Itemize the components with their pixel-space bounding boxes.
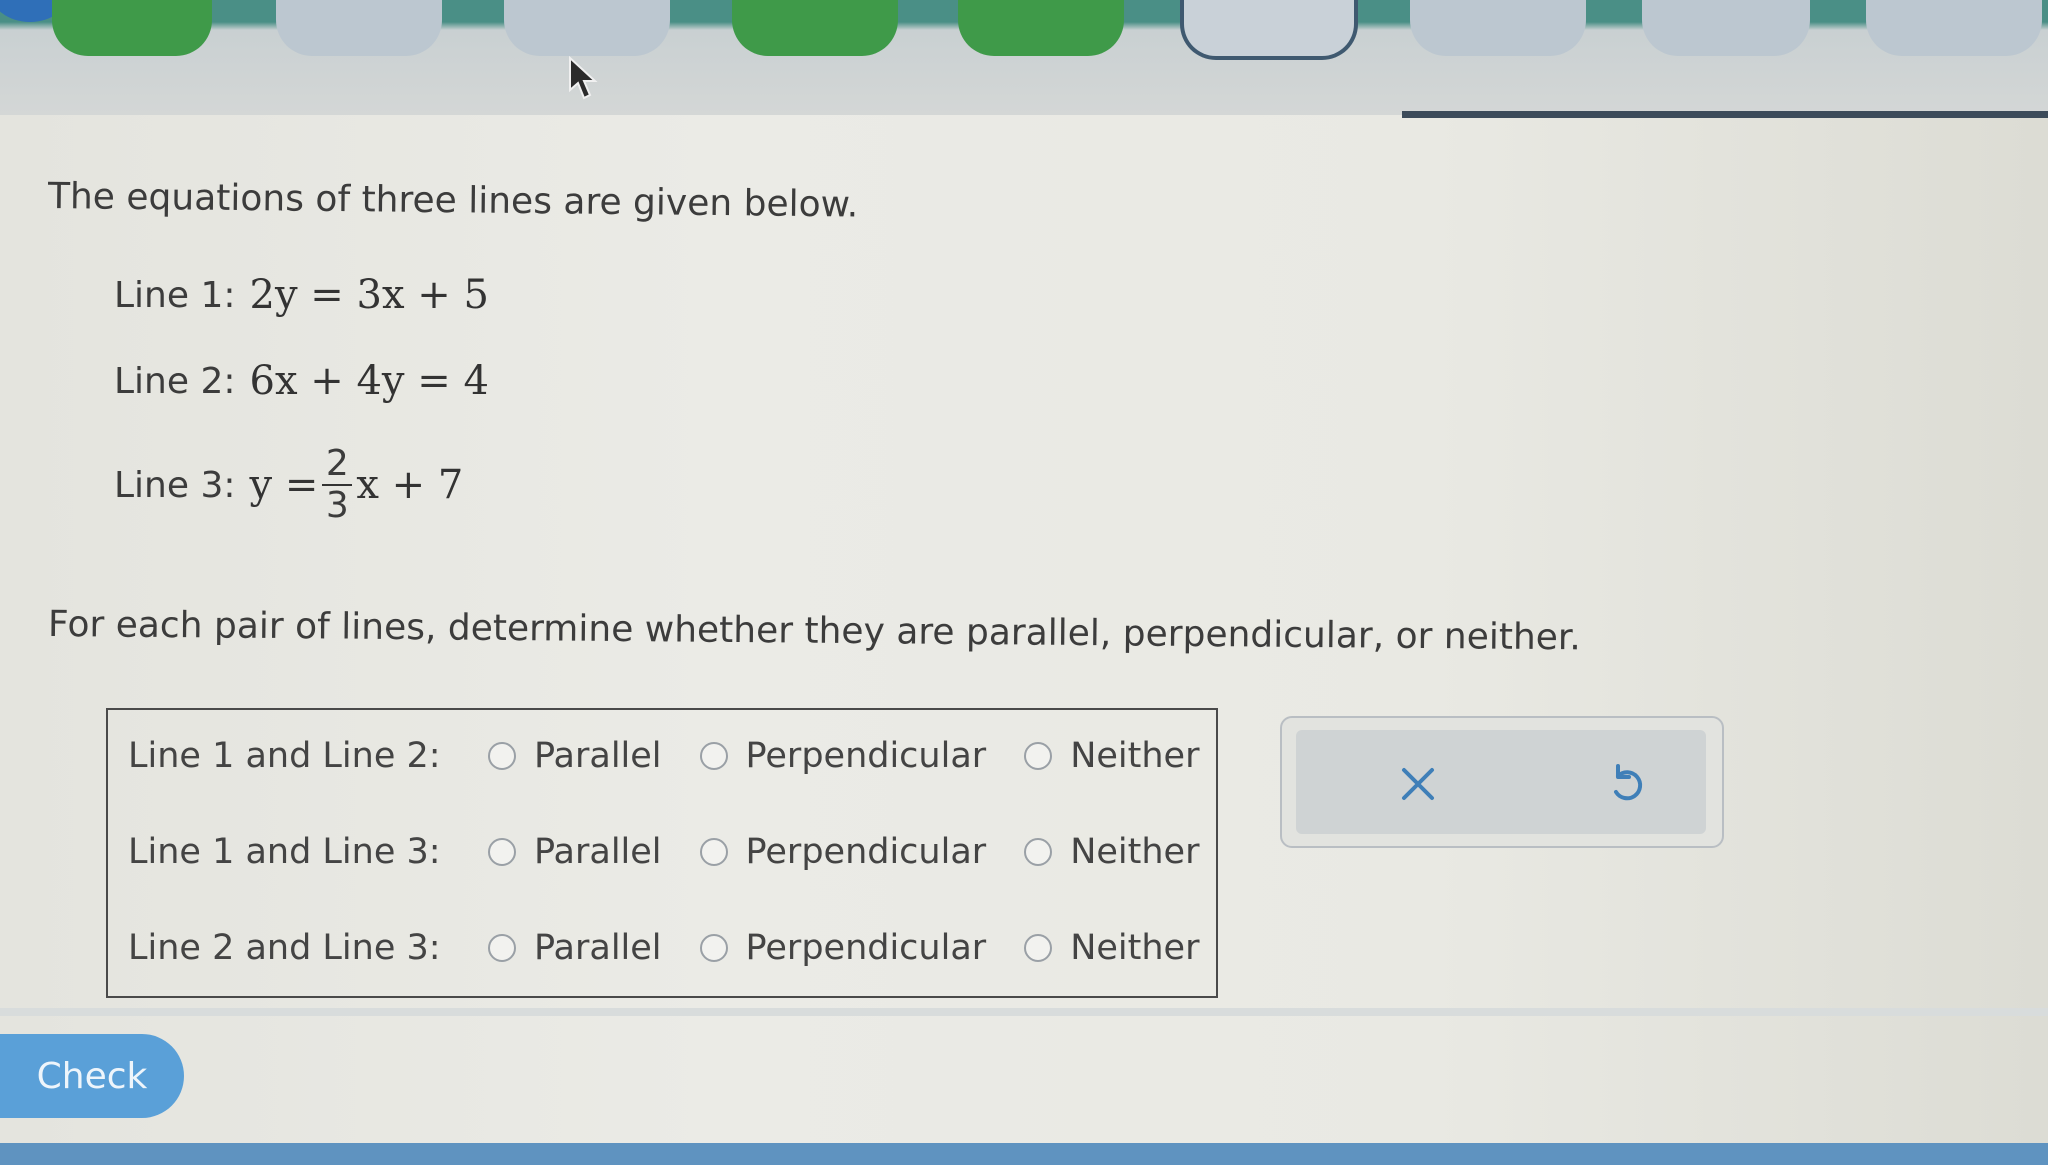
option-label: Parallel — [534, 736, 662, 776]
equation-lhs: y = — [249, 462, 319, 508]
progress-step-4[interactable] — [732, 0, 898, 56]
answer-row-1-2: Line 1 and Line 2: Parallel Perpendicula… — [128, 736, 1237, 776]
progress-step-3[interactable] — [504, 0, 670, 56]
equation-line-2: Line 2: 6x + 4y = 4 — [114, 358, 489, 404]
equation-label: Line 1: — [114, 274, 236, 316]
answer-row-1-3: Line 1 and Line 3: Parallel Perpendicula… — [128, 832, 1237, 872]
radio-button[interactable] — [1024, 742, 1053, 770]
check-button[interactable]: Check — [0, 1034, 184, 1118]
option-neither[interactable]: Neither — [1024, 736, 1199, 776]
option-label: Neither — [1070, 832, 1200, 872]
option-parallel[interactable]: Parallel — [488, 928, 662, 968]
progress-step-2[interactable] — [276, 0, 442, 56]
fraction-numerator: 2 — [325, 443, 349, 484]
option-neither[interactable]: Neither — [1024, 832, 1199, 872]
progress-step-8[interactable] — [1642, 0, 1810, 56]
section-divider — [0, 1008, 2048, 1016]
radio-button[interactable] — [1024, 838, 1053, 866]
option-perpendicular[interactable]: Perpendicular — [699, 928, 987, 968]
radio-button[interactable] — [699, 934, 728, 962]
row-label: Line 1 and Line 3: — [128, 832, 441, 872]
radio-button[interactable] — [488, 742, 516, 770]
row-label: Line 2 and Line 3: — [128, 928, 441, 968]
answer-tools-panel — [1280, 716, 1724, 848]
equation-text: 2y = 3x + 5 — [249, 272, 489, 318]
option-label: Perpendicular — [745, 832, 987, 872]
option-label: Perpendicular — [745, 928, 987, 968]
option-label: Perpendicular — [745, 736, 987, 776]
progress-step-current[interactable] — [1180, 0, 1358, 60]
option-parallel[interactable]: Parallel — [488, 832, 662, 872]
fraction: 2 3 — [322, 443, 353, 526]
option-label: Neither — [1070, 928, 1200, 968]
progress-step-5[interactable] — [958, 0, 1124, 56]
equation-label: Line 2: — [114, 360, 236, 402]
progress-step-9[interactable] — [1866, 0, 2042, 56]
option-perpendicular[interactable]: Perpendicular — [699, 736, 987, 776]
radio-button[interactable] — [488, 934, 516, 962]
current-step-underline — [1402, 111, 2048, 118]
equation-line-1: Line 1: 2y = 3x + 5 — [114, 272, 489, 318]
question-instructions: For each pair of lines, determine whethe… — [47, 604, 1582, 659]
answer-grid: Line 1 and Line 2: Parallel Perpendicula… — [106, 708, 1218, 998]
progress-step-1[interactable] — [52, 0, 212, 56]
equation-label: Line 3: — [114, 464, 236, 506]
radio-button[interactable] — [488, 838, 516, 866]
option-neither[interactable]: Neither — [1024, 928, 1199, 968]
answer-row-2-3: Line 2 and Line 3: Parallel Perpendicula… — [128, 928, 1237, 968]
radio-button[interactable] — [699, 838, 728, 866]
option-parallel[interactable]: Parallel — [488, 736, 662, 776]
option-label: Parallel — [534, 928, 662, 968]
option-label: Neither — [1070, 736, 1200, 776]
radio-button[interactable] — [699, 742, 728, 770]
fraction-denominator: 3 — [325, 485, 349, 526]
equation-rhs: x + 7 — [356, 462, 464, 508]
question-intro: The equations of three lines are given b… — [47, 176, 859, 226]
equation-line-3: Line 3: y = 2 3 x + 7 — [114, 444, 463, 526]
progress-strip — [0, 0, 2048, 118]
undo-icon[interactable] — [1602, 760, 1650, 808]
close-icon[interactable] — [1394, 760, 1442, 808]
option-label: Parallel — [534, 832, 662, 872]
bottom-bar — [0, 1143, 2048, 1165]
answer-tools-bar — [1296, 730, 1706, 834]
equation-text: 6x + 4y = 4 — [249, 358, 489, 404]
row-label: Line 1 and Line 2: — [128, 736, 441, 776]
option-perpendicular[interactable]: Perpendicular — [699, 832, 987, 872]
mouse-cursor-icon — [569, 56, 598, 100]
progress-step-7[interactable] — [1410, 0, 1586, 56]
radio-button[interactable] — [1024, 934, 1053, 962]
